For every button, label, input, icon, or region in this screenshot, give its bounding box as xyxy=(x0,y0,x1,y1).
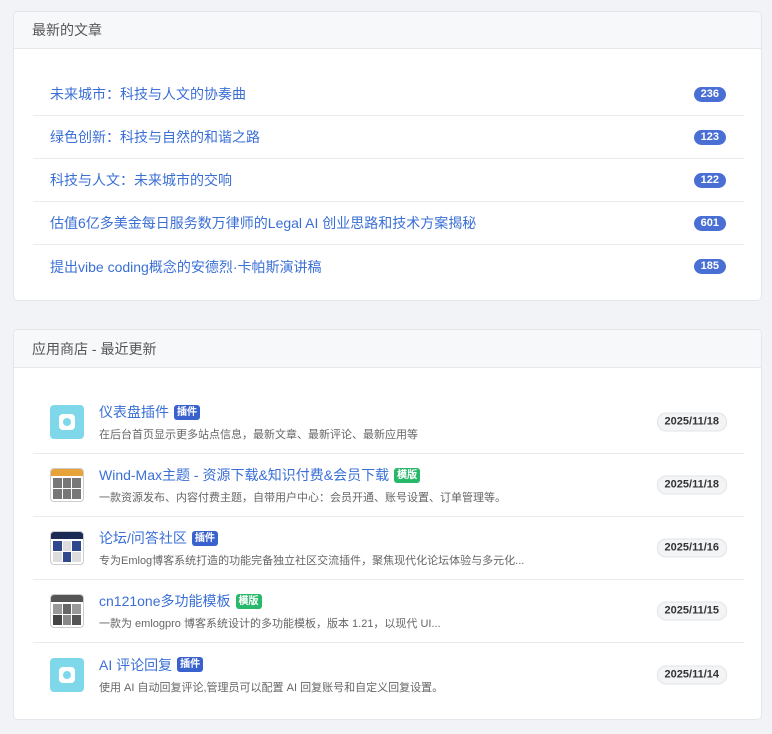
update-date-badge: 2025/11/18 xyxy=(656,412,727,432)
app-store-card: 应用商店 - 最近更新 仪表盘插件 插件 在后台首页显示更多站点信息，最新文章、… xyxy=(13,329,762,720)
latest-articles-header: 最新的文章 xyxy=(14,12,761,49)
app-description: 在后台首页显示更多站点信息，最新文章、最新评论、最新应用等 xyxy=(99,429,418,441)
update-date-badge: 2025/11/15 xyxy=(656,601,727,621)
app-row: AI 评论回复 插件 使用 AI 自动回复评论,管理员可以配置 AI 回复账号和… xyxy=(33,643,744,706)
app-title-link[interactable]: AI 评论回复 xyxy=(99,655,172,675)
update-date-badge: 2025/11/16 xyxy=(656,538,727,558)
app-row: cn121one多功能模板 模版 一款为 emlogpro 博客系统设计的多功能… xyxy=(33,580,744,643)
app-title-link[interactable]: cn121one多功能模板 xyxy=(99,591,231,611)
article-row: 科技与人文：未来城市的交响 122 xyxy=(33,159,744,202)
article-row: 未来城市：科技与人文的协奏曲 236 xyxy=(33,73,744,116)
app-description: 一款为 emlogpro 博客系统设计的多功能模板，版本 1.21，以现代 UI… xyxy=(99,618,441,630)
theme-thumbnail-icon[interactable] xyxy=(50,468,84,502)
template-badge: 模版 xyxy=(235,593,262,609)
view-count-badge: 601 xyxy=(693,215,726,231)
article-list: 未来城市：科技与人文的协奏曲 236 绿色创新：科技与自然的和谐之路 123 科… xyxy=(14,49,761,288)
article-link[interactable]: 未来城市：科技与人文的协奏曲 xyxy=(50,84,246,104)
app-list: 仪表盘插件 插件 在后台首页显示更多站点信息，最新文章、最新评论、最新应用等 2… xyxy=(14,368,761,706)
update-date-badge: 2025/11/14 xyxy=(656,665,727,684)
plugin-badge: 插件 xyxy=(174,404,200,420)
update-date-badge: 2025/11/18 xyxy=(656,475,727,495)
view-count-badge: 185 xyxy=(693,259,726,274)
app-row: Wind-Max主题 - 资源下载&知识付费&会员下载 模版 一款资源发布、内容… xyxy=(33,454,744,517)
app-store-header: 应用商店 - 最近更新 xyxy=(14,330,761,368)
article-row: 绿色创新：科技与自然的和谐之路 123 xyxy=(33,116,744,159)
app-row: 论坛/问答社区 插件 专为Emlog博客系统打造的功能完备独立社区交流插件，聚焦… xyxy=(33,517,744,580)
app-title-link[interactable]: 论坛/问答社区 xyxy=(99,528,187,548)
template-thumbnail-icon[interactable] xyxy=(50,594,84,628)
article-row: 估值6亿多美金每日服务数万律师的Legal AI 创业思路和技术方案揭秘 601 xyxy=(33,202,744,245)
view-count-badge: 122 xyxy=(693,172,726,188)
article-row: 提出vibe coding概念的安德烈·卡帕斯演讲稿 185 xyxy=(33,245,744,288)
app-description: 专为Emlog博客系统打造的功能完备独立社区交流插件，聚焦现代化论坛体验与多元化… xyxy=(99,555,525,567)
plugin-icon[interactable] xyxy=(50,405,84,439)
plugin-icon[interactable] xyxy=(50,657,84,692)
view-count-badge: 236 xyxy=(693,86,726,102)
article-link[interactable]: 绿色创新：科技与自然的和谐之路 xyxy=(50,127,260,147)
app-title-link[interactable]: 仪表盘插件 xyxy=(99,402,169,422)
view-count-badge: 123 xyxy=(693,129,726,145)
app-title-link[interactable]: Wind-Max主题 - 资源下载&知识付费&会员下载 xyxy=(99,465,389,485)
app-description: 使用 AI 自动回复评论,管理员可以配置 AI 回复账号和自定义回复设置。 xyxy=(99,681,444,694)
article-link[interactable]: 估值6亿多美金每日服务数万律师的Legal AI 创业思路和技术方案揭秘 xyxy=(50,213,476,233)
article-link[interactable]: 提出vibe coding概念的安德烈·卡帕斯演讲稿 xyxy=(50,257,322,277)
app-row: 仪表盘插件 插件 在后台首页显示更多站点信息，最新文章、最新评论、最新应用等 2… xyxy=(33,391,744,454)
article-link[interactable]: 科技与人文：未来城市的交响 xyxy=(50,170,232,190)
template-badge: 模版 xyxy=(394,467,421,483)
plugin-badge: 插件 xyxy=(191,530,218,546)
forum-thumbnail-icon[interactable] xyxy=(50,531,84,565)
latest-articles-card: 最新的文章 未来城市：科技与人文的协奏曲 236 绿色创新：科技与自然的和谐之路… xyxy=(13,11,762,301)
app-description: 一款资源发布、内容付费主题，自带用户中心：会员开通、账号设置、订单管理等。 xyxy=(99,492,506,504)
plugin-badge: 插件 xyxy=(177,657,204,672)
